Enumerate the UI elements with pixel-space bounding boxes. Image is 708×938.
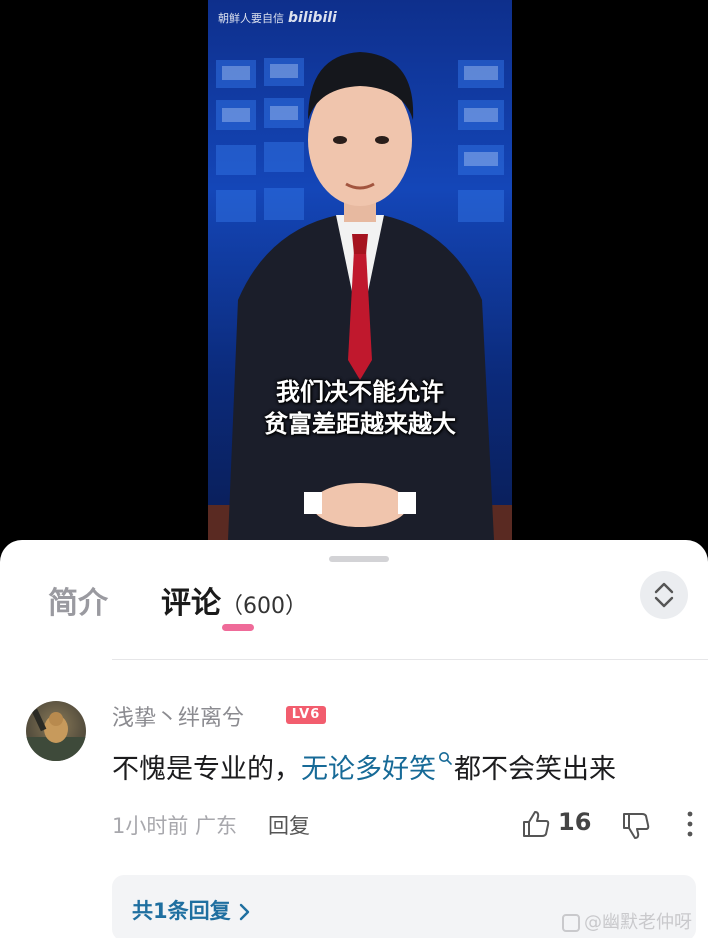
avatar-image [26,708,86,761]
comment-text-before: 不愧是专业的， [112,754,301,785]
like-count: 16 [558,808,592,836]
tab-comments[interactable]: 评论（600） [161,578,307,622]
comment-time-location: 1小时前 广东 [112,814,238,838]
active-tab-indicator [222,624,254,631]
chevron-updown-icon [654,582,674,608]
video-subtitle-line1: 我们决不能允许 [276,378,444,406]
search-keyword-link[interactable]: 无论多好笑 [301,752,454,785]
avatar[interactable] [26,701,86,761]
video-subtitle-line2: 贫富差距越来越大 [264,410,456,438]
screen: 朝鲜人要自信 bilibili 我们决不能允许 贫富差距越来越大 简介 评论（60… [0,0,708,938]
watermark-channel: 朝鲜人要自信 [218,12,284,25]
video-player[interactable]: 朝鲜人要自信 bilibili 我们决不能允许 贫富差距越来越大 [208,0,512,540]
comments-panel: 简介 评论（600） 浅挚丶绊离兮 LV6 不愧是专业的，无论多好笑 都不会笑出来 [0,540,708,938]
drag-handle[interactable] [329,556,389,562]
thumbs-up-icon[interactable] [520,808,552,840]
divider [112,659,708,660]
thumbs-down-icon[interactable] [620,810,652,842]
comment-username[interactable]: 浅挚丶绊离兮 [112,700,244,732]
keyword-text: 无论多好笑 [301,754,436,785]
watermark-brand-logo: bilibili [288,10,337,26]
source-watermark: @幽默老仲呀 [562,908,692,934]
tab-comments-label: 评论 [161,586,221,621]
chevron-right-icon [239,903,249,921]
view-replies-link[interactable]: 共1条回复 [132,895,251,925]
comment-text: 不愧是专业的，无论多好笑 都不会笑出来 [112,747,616,786]
video-watermark: 朝鲜人要自信 bilibili [218,10,337,26]
tab-comments-count: （600） [221,594,307,619]
watermark-logo-icon [562,914,580,932]
tab-intro[interactable]: 简介 [48,578,108,622]
more-vertical-icon[interactable] [678,808,702,840]
video-frame-image [208,52,512,540]
comment-text-after: 都不会笑出来 [454,754,616,785]
search-icon [439,752,452,765]
reply-button[interactable]: 回复 [268,810,310,840]
level-badge: LV6 [286,706,326,724]
source-watermark-text: @幽默老仲呀 [584,912,692,933]
view-replies-label: 共1条回复 [132,899,231,923]
expand-button[interactable] [640,571,688,619]
